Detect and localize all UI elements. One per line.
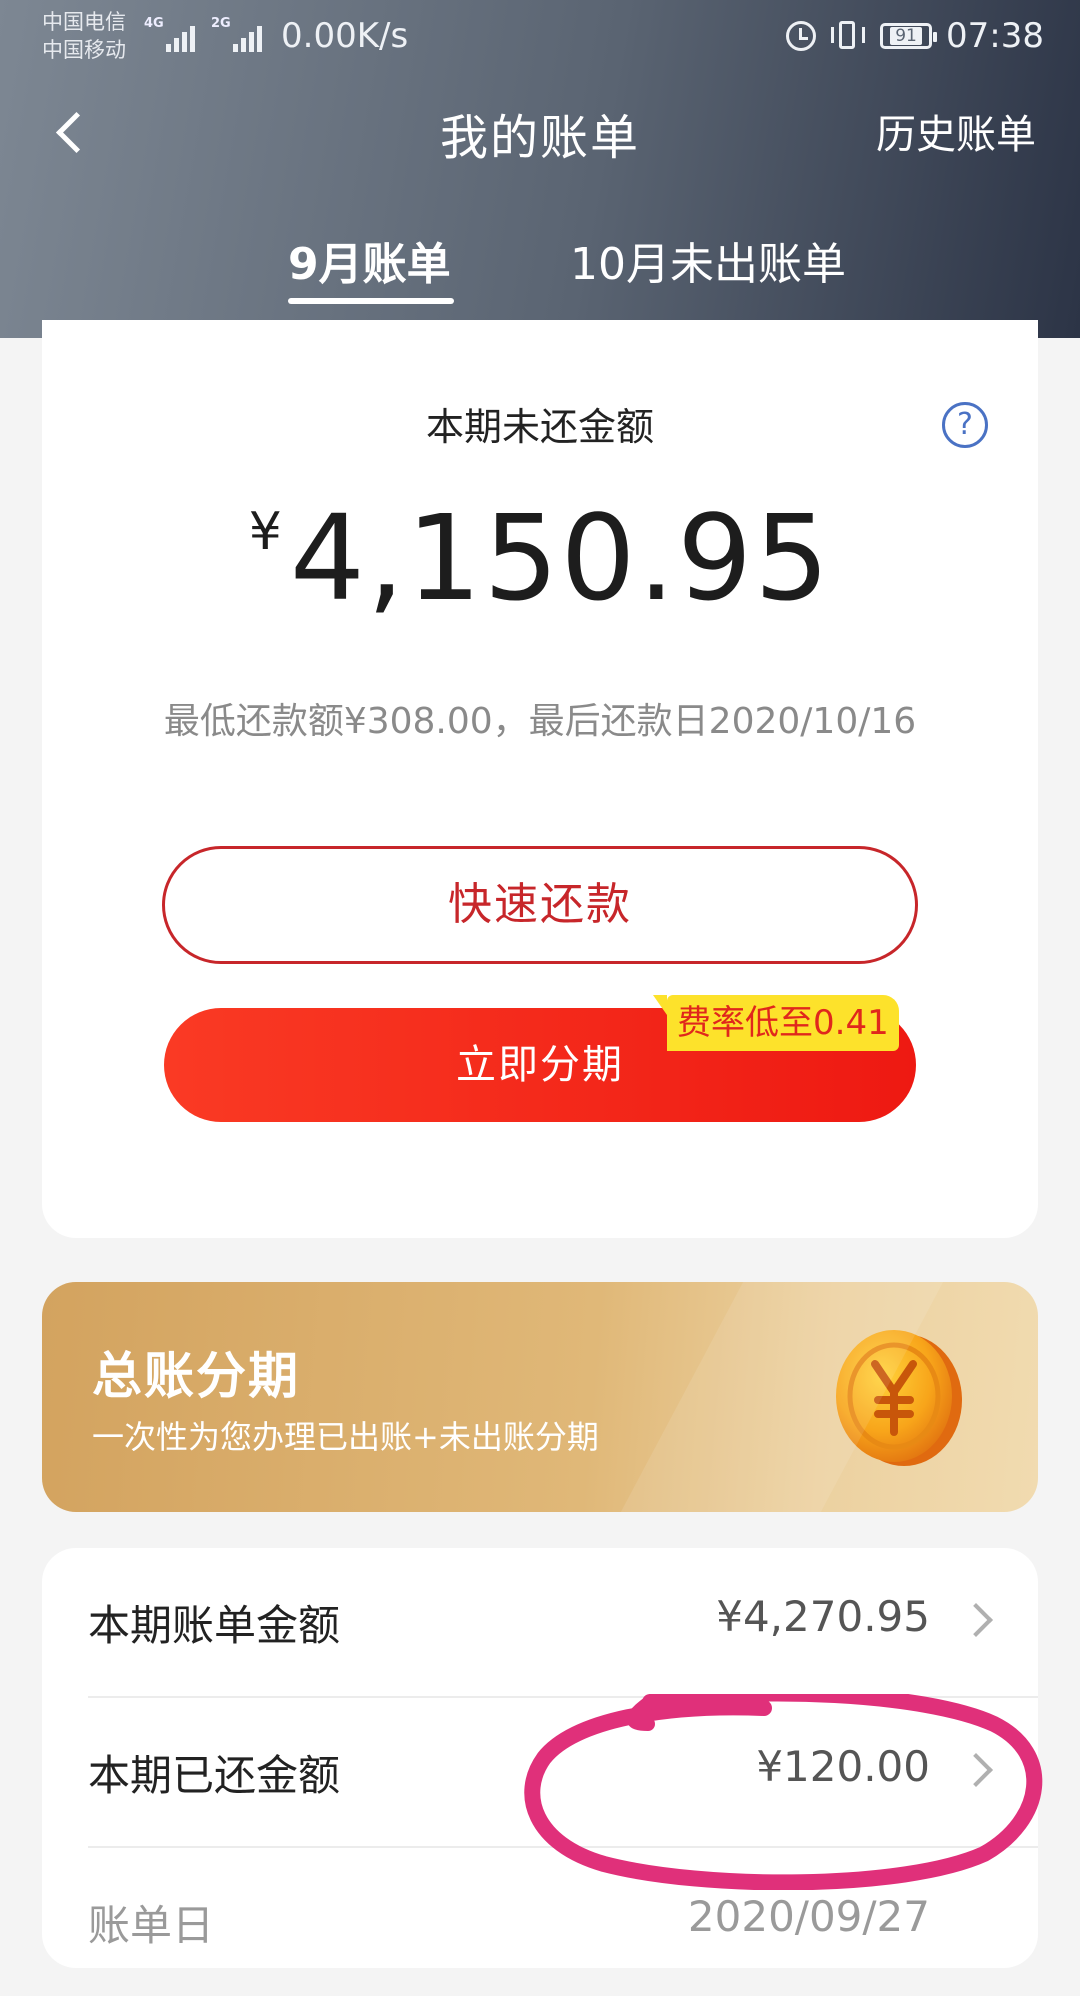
header: 中国电信 中国移动 4G 2G 0.00K/s 91 07:38 我的账单 历史… — [0, 0, 1080, 338]
currency-symbol: ¥ — [248, 502, 282, 562]
banner-subtitle: 一次性为您办理已出账+未出账分期 — [92, 1418, 599, 1456]
row-label: 账单日 — [88, 1901, 215, 1950]
due-info: 最低还款额¥308.00，最后还款日2020/10/16 — [163, 701, 917, 742]
alarm-icon — [786, 21, 817, 51]
tab-october-unbilled[interactable]: 10月未出账单 — [570, 228, 846, 292]
chevron-right-icon — [959, 1753, 993, 1787]
clock: 07:38 — [946, 16, 1044, 56]
rate-badge: 费率低至0.41 — [653, 995, 899, 1051]
row-label: 本期账单金额 — [88, 1601, 341, 1650]
history-bill-link[interactable]: 历史账单 — [876, 102, 1036, 160]
amount-value: 4,150.95 — [289, 489, 832, 627]
row-label: 本期已还金额 — [88, 1751, 341, 1800]
quick-pay-button[interactable]: 快速还款 — [162, 846, 918, 964]
unpaid-amount: ¥4,150.95 — [42, 488, 1038, 628]
yuan-coin-icon — [836, 1330, 962, 1466]
row-value: 2020/09/27 — [687, 1892, 930, 1941]
carrier-2: 中国移动 — [42, 38, 126, 62]
status-bar: 中国电信 中国移动 4G 2G 0.00K/s 91 07:38 — [0, 0, 1080, 80]
bill-card: 本期未还金额 ? ¥4,150.95 最低还款额¥308.00，最后还款日202… — [42, 320, 1038, 1238]
summary-row-paid-amount[interactable]: 本期已还金额 ¥120.00 — [88, 1698, 1038, 1848]
network-type-2: 2G — [211, 16, 231, 31]
total-installment-banner[interactable]: 总账分期 一次性为您办理已出账+未出账分期 — [42, 1282, 1038, 1512]
summary-row-bill-amount[interactable]: 本期账单金额 ¥4,270.95 — [88, 1548, 1038, 1698]
question-icon[interactable]: ? — [942, 402, 988, 448]
status-right: 91 07:38 — [786, 16, 1044, 56]
vibrate-icon — [830, 19, 866, 53]
carriers: 中国电信 中国移动 — [42, 8, 126, 64]
chevron-right-icon — [959, 1603, 993, 1637]
banner-title: 总账分期 — [92, 1347, 300, 1405]
network-type-1: 4G — [144, 16, 164, 31]
active-tab-indicator — [288, 298, 454, 304]
network-speed: 0.00K/s — [281, 16, 409, 56]
battery-level: 91 — [890, 27, 922, 45]
row-value: ¥4,270.95 — [716, 1592, 930, 1641]
row-value: ¥120.00 — [756, 1742, 930, 1791]
unpaid-amount-label: 本期未还金额 — [425, 405, 654, 449]
tab-september-bill[interactable]: 9月账单 — [288, 228, 451, 292]
carrier-1: 中国电信 — [42, 10, 126, 34]
summary-row-bill-date[interactable]: 账单日 2020/09/27 — [88, 1848, 1038, 1996]
battery-icon: 91 — [880, 23, 938, 49]
bill-summary-card: 本期账单金额 ¥4,270.95 本期已还金额 ¥120.00 账单日 2020… — [42, 1548, 1038, 1968]
